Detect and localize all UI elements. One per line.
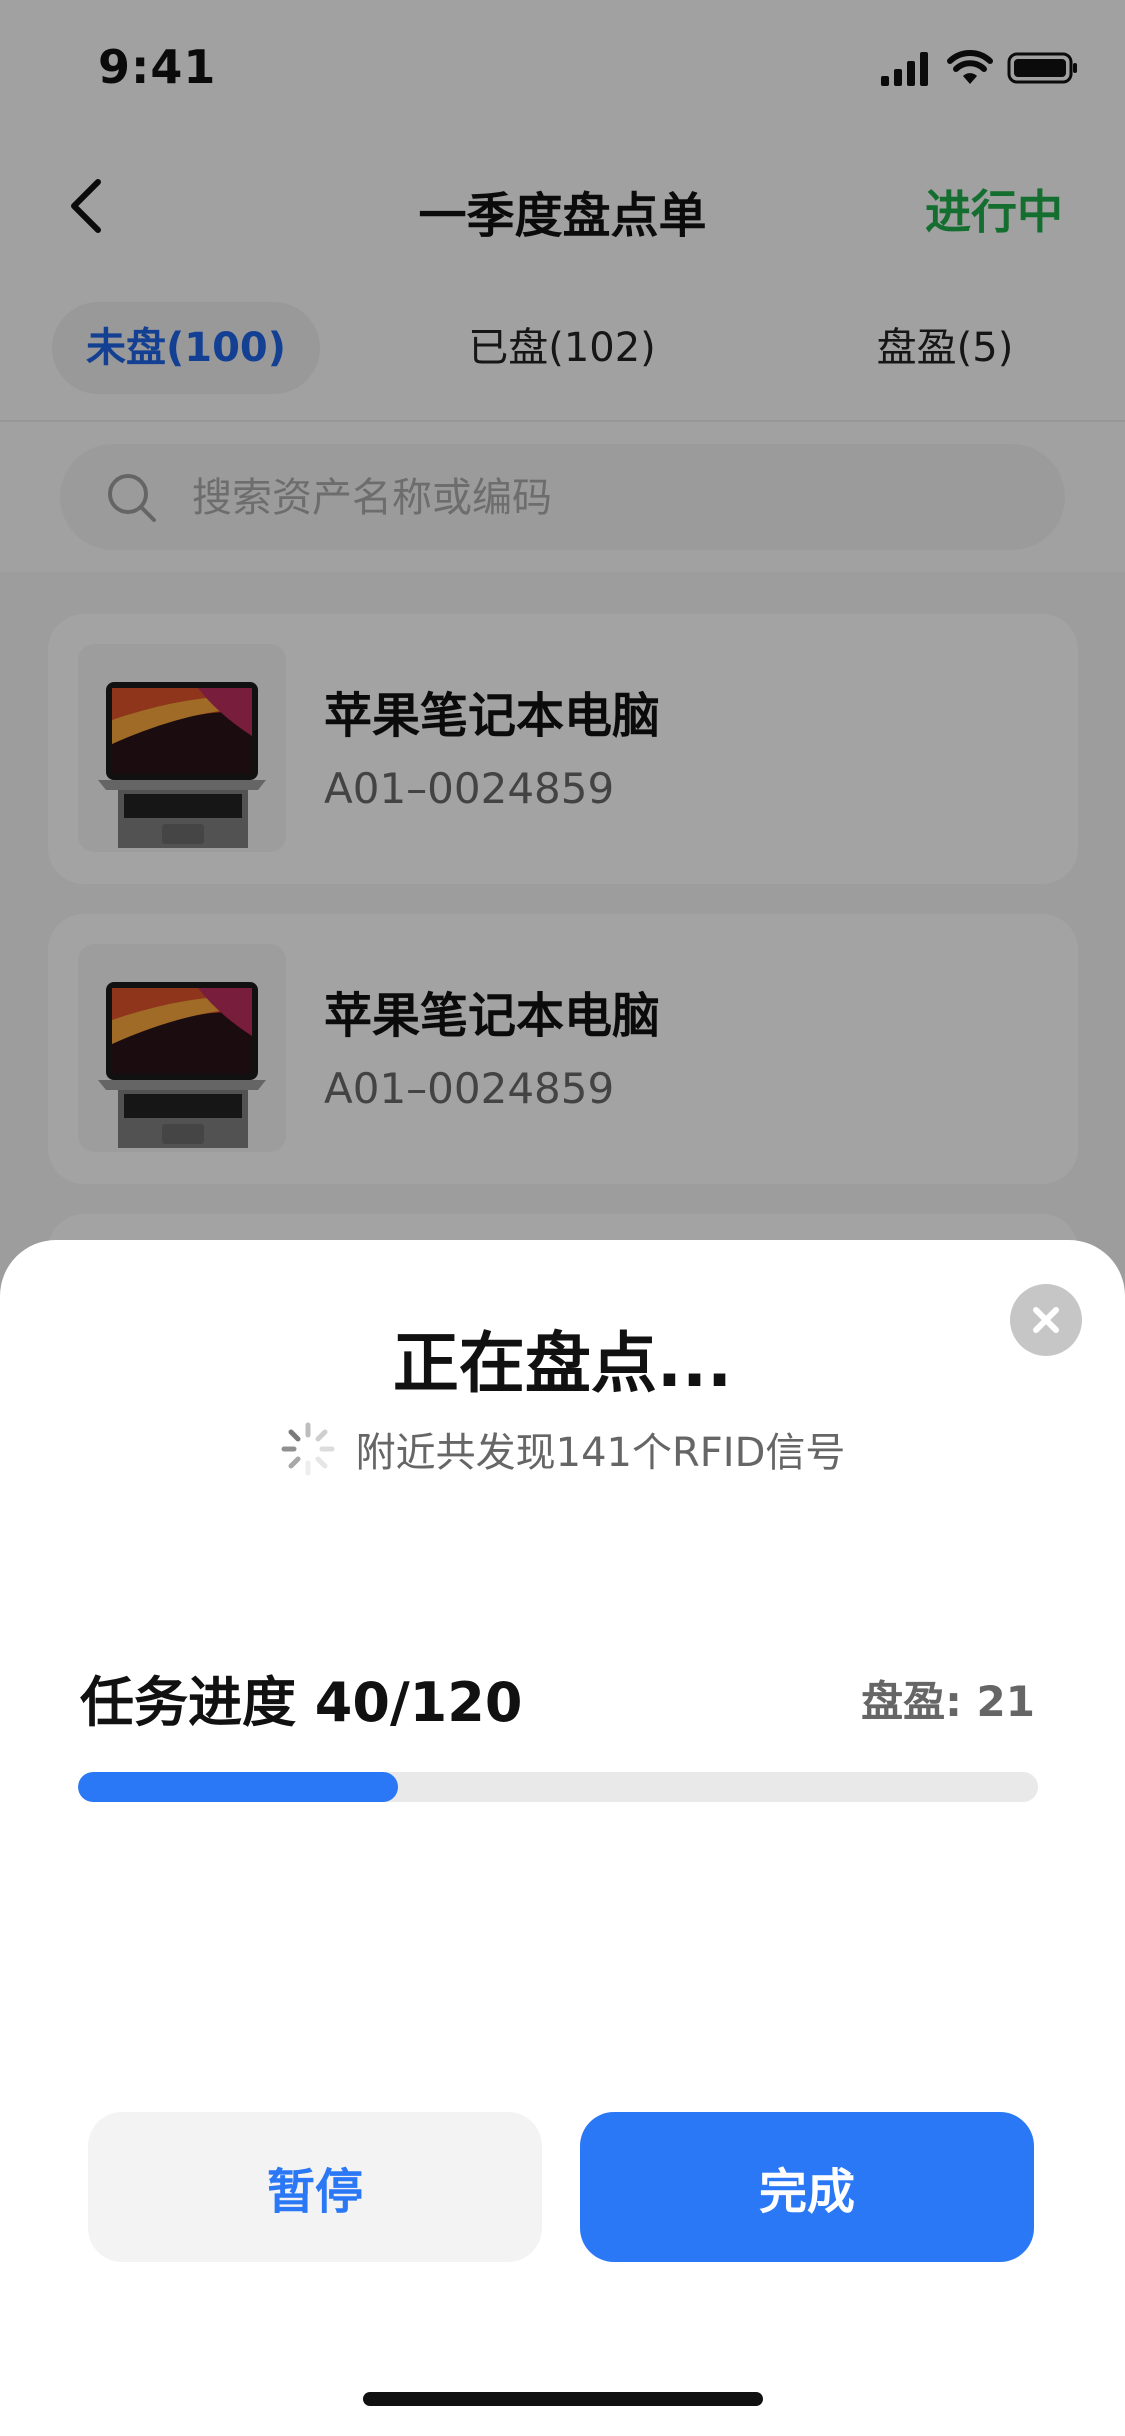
scan-status: 附近共发现141个RFID信号 [0,1420,1125,1478]
surplus-count: 盘盈: 21 [861,1677,1035,1726]
sheet-title: 正在盘点... [392,1325,733,1402]
progress-label: 任务进度 40/120 [80,1671,523,1734]
finish-button[interactable]: 完成 [580,2112,1034,2262]
scan-status-text: 附近共发现141个RFID信号 [355,1430,846,1476]
home-indicator [363,2392,763,2406]
progress-fill [78,1772,398,1802]
pause-button[interactable]: 暂停 [88,2112,542,2262]
loading-spinner-icon [281,1422,335,1476]
progress-bar [78,1772,1038,1802]
